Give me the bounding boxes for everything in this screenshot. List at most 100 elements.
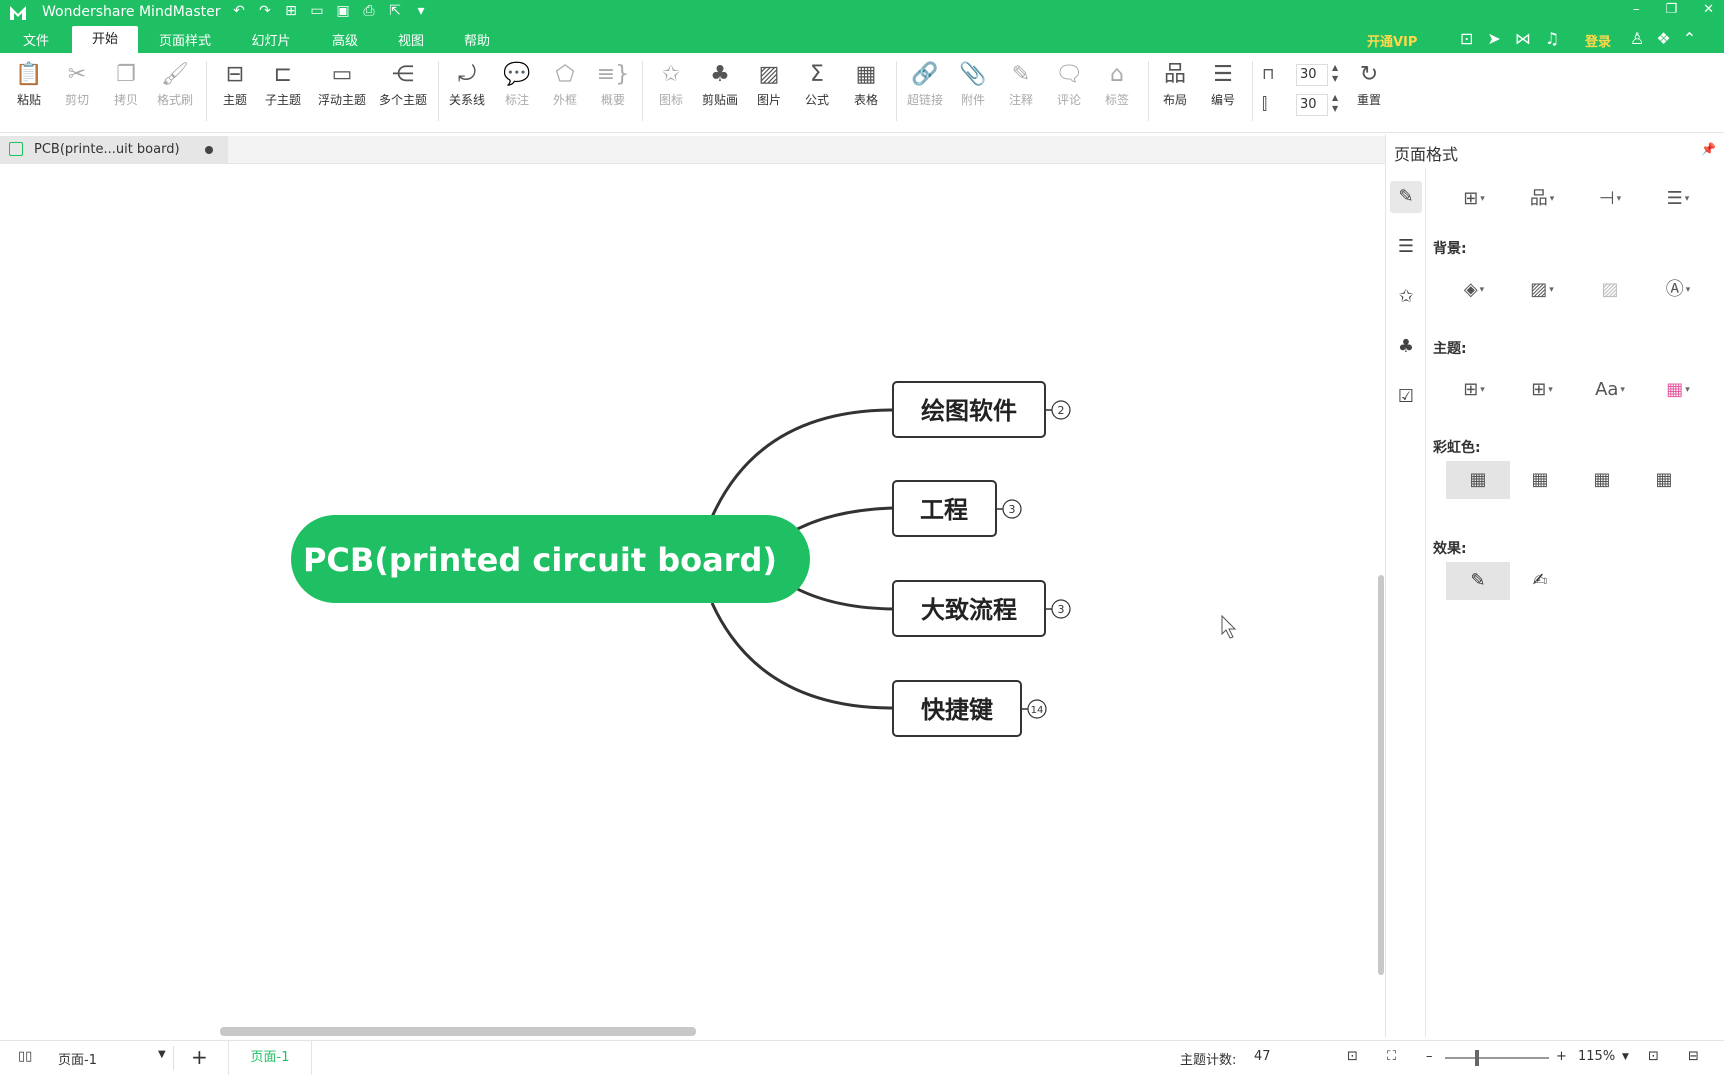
rainbow-option-3-icon[interactable]: ▦ xyxy=(1570,461,1634,499)
table-button[interactable]: ▦ 表格 xyxy=(843,59,889,123)
hyperlink-button[interactable]: 🔗 超链接 xyxy=(900,59,950,123)
subtopic-button[interactable]: ⊏ 子主题 xyxy=(260,59,306,123)
paste-button[interactable]: 📋 粘贴 xyxy=(6,59,52,123)
branch-topic-3[interactable]: 大致流程 3 xyxy=(892,580,1071,637)
page-tab[interactable]: 页面-1 xyxy=(228,1041,312,1075)
hand-drawn-on-icon[interactable]: ✍ xyxy=(1508,562,1572,600)
picture-button[interactable]: ▨ 图片 xyxy=(746,59,792,123)
tab-view[interactable]: 视图 xyxy=(378,30,444,53)
summary-button[interactable]: ≡} 概要 xyxy=(590,59,636,123)
new-icon[interactable]: ⊞ xyxy=(282,3,300,19)
branch-topic-4[interactable]: 快捷键 14 xyxy=(892,680,1047,737)
comment-button[interactable]: 🗨 评论 xyxy=(1046,59,1092,123)
zoom-dropdown-icon[interactable]: ▼ xyxy=(1622,1052,1629,1062)
spin-arrows-icon[interactable]: ▲ ▼ xyxy=(1332,92,1338,114)
undo-icon[interactable]: ↶ xyxy=(230,3,248,19)
horizontal-spacing-input[interactable]: 30 xyxy=(1296,64,1328,86)
more-icon[interactable]: ▾ xyxy=(412,3,430,19)
login-button[interactable]: 登录 xyxy=(1585,31,1611,50)
unsaved-dot-icon[interactable] xyxy=(205,146,213,154)
watermark-icon[interactable]: Ⓐ ▾ xyxy=(1652,275,1704,305)
floating-topic-button[interactable]: ▭ 浮动主题 xyxy=(316,59,368,123)
vertical-scrollbar[interactable] xyxy=(1378,575,1384,975)
callout-button[interactable]: 💬 标注 xyxy=(494,59,540,123)
fit-page-icon[interactable]: ⊡ xyxy=(1347,1049,1358,1064)
tab-advanced[interactable]: 高级 xyxy=(312,30,378,53)
export-icon[interactable]: ⇱ xyxy=(386,3,404,19)
theme-layout-icon[interactable]: ⊞ ▾ xyxy=(1516,375,1568,405)
tag-button[interactable]: ⌂ 标签 xyxy=(1094,59,1140,123)
clipart-button[interactable]: ♣ 剪贴画 xyxy=(696,59,744,123)
share-icon[interactable]: ⋈ xyxy=(1515,29,1531,48)
zoom-level[interactable]: 115% xyxy=(1578,1049,1615,1064)
numbering-style-icon[interactable]: ☰ ▾ xyxy=(1652,184,1704,214)
print-icon[interactable]: ⎙ xyxy=(360,3,378,19)
vip-button[interactable]: 开通VIP xyxy=(1367,31,1417,50)
shirt-icon[interactable]: ♙ xyxy=(1630,29,1644,48)
relationship-button[interactable]: ⤾ 关系线 xyxy=(444,59,490,123)
minimize-icon[interactable]: – xyxy=(1633,2,1640,17)
tab-page-style[interactable]: 页面样式 xyxy=(148,30,222,53)
apps-icon[interactable]: ❖ xyxy=(1656,29,1670,48)
pin-icon[interactable]: 📌 xyxy=(1701,142,1716,156)
save-icon[interactable]: ▣ xyxy=(334,3,352,19)
rainbow-option-1-icon[interactable]: ▦ xyxy=(1446,461,1510,499)
format-painter-button[interactable]: 🖌 格式刷 xyxy=(152,59,198,123)
task-icon[interactable]: ☑ xyxy=(1390,381,1422,413)
zoom-slider[interactable] xyxy=(1445,1057,1549,1059)
topic-button[interactable]: ⊟ 主题 xyxy=(212,59,258,123)
format-icon[interactable]: ✎ xyxy=(1390,181,1422,213)
vertical-spacing-input[interactable]: 30 xyxy=(1296,94,1328,116)
tab-home[interactable]: 开始 xyxy=(72,26,138,53)
numbering-button[interactable]: ☰ 编号 xyxy=(1200,59,1246,123)
color-scheme-icon[interactable]: ▦ ▾ xyxy=(1652,375,1704,405)
remove-background-icon[interactable]: ▨ xyxy=(1584,275,1636,305)
icon-button[interactable]: ✩ 图标 xyxy=(648,59,694,123)
close-icon[interactable]: ✕ xyxy=(1703,2,1714,17)
layout-tree-icon[interactable]: 品 ▾ xyxy=(1516,184,1568,214)
branch-topic-1[interactable]: 绘图软件 2 xyxy=(892,381,1071,438)
formula-button[interactable]: Σ 公式 xyxy=(794,59,840,123)
zoom-out-icon[interactable]: – xyxy=(1426,1049,1433,1064)
fullscreen-icon[interactable]: ⛶ xyxy=(1387,1049,1396,1064)
zoom-slider-knob[interactable] xyxy=(1475,1050,1479,1066)
fill-bucket-icon[interactable]: ◈ ▾ xyxy=(1448,275,1500,305)
collapse-panel-icon[interactable]: ⊟ xyxy=(1688,1049,1699,1064)
note-button[interactable]: ✎ 注释 xyxy=(998,59,1044,123)
layout-button[interactable]: 品布局 xyxy=(1152,59,1198,123)
reset-button[interactable]: ↻ 重置 xyxy=(1346,59,1392,123)
bell-icon[interactable]: ♫ xyxy=(1545,29,1559,48)
clipart-icon[interactable]: ♣ xyxy=(1390,331,1422,363)
redo-icon[interactable]: ↷ xyxy=(256,3,274,19)
restore-icon[interactable]: ❐ xyxy=(1665,2,1677,17)
structure-icon[interactable]: ⊞ ▾ xyxy=(1448,184,1500,214)
zoom-in-icon[interactable]: + xyxy=(1556,1049,1567,1064)
background-image-icon[interactable]: ▨ ▾ xyxy=(1516,275,1568,305)
rainbow-option-2-icon[interactable]: ▦ xyxy=(1508,461,1572,499)
copy-button[interactable]: ❐ 拷贝 xyxy=(103,59,149,123)
tab-slides[interactable]: 幻灯片 xyxy=(238,30,304,53)
connector-style-icon[interactable]: ⊣ ▾ xyxy=(1584,184,1636,214)
boundary-button[interactable]: ⬠ 外框 xyxy=(542,59,588,123)
page-select[interactable]: 页面-1 ▼ xyxy=(52,1046,174,1070)
screen-icon[interactable]: ⊡ xyxy=(1460,29,1473,48)
spin-arrows-icon[interactable]: ▲ ▼ xyxy=(1332,62,1338,84)
icon-library-icon[interactable]: ✩ xyxy=(1390,281,1422,313)
font-icon[interactable]: Aa ▾ xyxy=(1584,375,1636,405)
theme-style-icon[interactable]: ⊞ ▾ xyxy=(1448,375,1500,405)
tab-help[interactable]: 帮助 xyxy=(444,30,510,53)
mindmap-canvas[interactable]: PCB(printed circuit board) 绘图软件 2 工程 3 大… xyxy=(0,165,1384,1028)
send-icon[interactable]: ➤ xyxy=(1487,29,1500,48)
cut-button[interactable]: ✂ 剪切 xyxy=(54,59,100,123)
rainbow-option-4-icon[interactable]: ▦ xyxy=(1632,461,1696,499)
outline-icon[interactable]: ☰ xyxy=(1390,231,1422,263)
open-icon[interactable]: ▭ xyxy=(308,3,326,19)
document-tab[interactable]: PCB(printe...uit board) xyxy=(0,136,228,164)
fit-window-icon[interactable]: ⊡ xyxy=(1648,1049,1659,1064)
add-page-icon[interactable]: + xyxy=(191,1045,208,1069)
hand-drawn-off-icon[interactable]: ✎ xyxy=(1446,562,1510,600)
page-list-icon[interactable]: ▯▯ xyxy=(18,1049,32,1064)
branch-topic-2[interactable]: 工程 3 xyxy=(892,480,1022,537)
multiple-topics-button[interactable]: ⋲ 多个主题 xyxy=(376,59,430,123)
tab-file[interactable]: 文件 xyxy=(10,30,62,53)
